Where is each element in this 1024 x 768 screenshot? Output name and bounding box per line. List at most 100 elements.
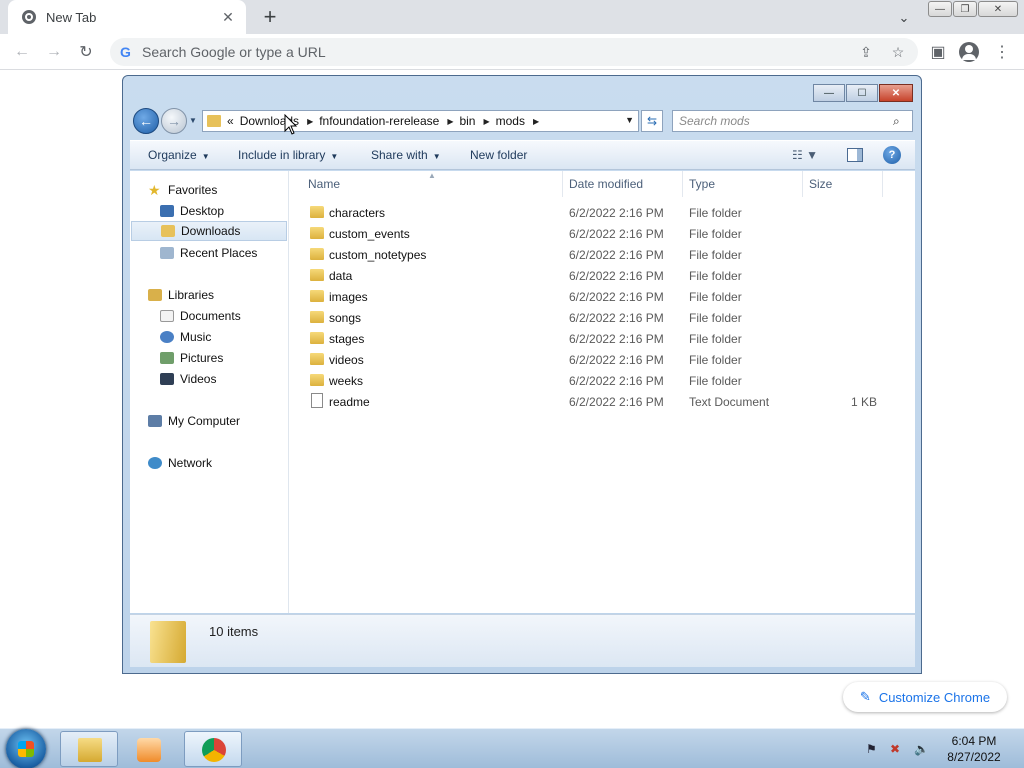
bookmark-star-icon[interactable]: ☆ (888, 42, 908, 62)
chrome-menu-icon[interactable]: ⋮ (990, 40, 1014, 64)
address-bar[interactable]: « Downloads ▶ fnfoundation-rerelease ▶ b… (202, 110, 639, 132)
share-icon[interactable]: ⇪ (856, 42, 876, 62)
pictures-icon (160, 352, 174, 364)
side-panel-icon[interactable]: ▣ (926, 40, 950, 64)
column-header-name[interactable]: Name (290, 171, 563, 197)
taskbar-media-player[interactable] (122, 731, 180, 767)
address-history-dropdown-icon[interactable]: ▼ (625, 115, 634, 125)
explorer-minimize-button[interactable]: — (813, 84, 845, 102)
file-row[interactable]: custom_notetypes 6/2/2022 2:16 PM File f… (302, 244, 902, 265)
file-list-pane: Name ▲ Date modified Type Size character… (290, 171, 915, 613)
tab-new-tab[interactable]: New Tab ✕ (8, 0, 246, 34)
breadcrumb-separator-icon[interactable]: ▶ (533, 117, 539, 126)
file-row[interactable]: songs 6/2/2022 2:16 PM File folder (302, 307, 902, 328)
music-icon (160, 331, 174, 343)
share-with-menu[interactable]: Share with ▼ (371, 148, 441, 162)
new-tab-button[interactable]: + (258, 4, 282, 29)
back-button[interactable]: ← (133, 108, 159, 134)
file-row[interactable]: custom_events 6/2/2022 2:16 PM File fold… (302, 223, 902, 244)
item-count: 10 items (209, 624, 259, 639)
pencil-icon: ✎ (859, 689, 871, 704)
search-input[interactable] (679, 114, 889, 128)
nav-label: Recent Places (180, 246, 258, 260)
customize-chrome-button[interactable]: ✎ Customize Chrome (843, 682, 1007, 712)
start-button-windows-icon[interactable] (6, 729, 46, 768)
browser-minimize-button[interactable]: — (928, 1, 952, 17)
customize-chrome-label: Customize Chrome (878, 689, 991, 705)
nav-label: Downloads (181, 224, 241, 238)
taskbar-file-explorer[interactable] (60, 731, 118, 767)
change-view-icon[interactable]: ☷ ▼ (792, 148, 818, 162)
search-icon[interactable]: ⌕ (893, 114, 900, 129)
recent-places-icon (160, 247, 174, 259)
reload-icon[interactable]: ↻ (74, 40, 98, 64)
computer-icon (148, 415, 162, 427)
volume-icon[interactable]: 🔈 (914, 742, 930, 756)
profile-avatar-icon[interactable] (959, 42, 979, 62)
file-date: 6/2/2022 2:16 PM (569, 290, 664, 304)
forward-button[interactable]: → (161, 108, 187, 134)
recent-pages-dropdown-icon[interactable]: ▼ (189, 116, 199, 126)
breadcrumb-separator-icon[interactable]: ▶ (483, 117, 489, 126)
file-row[interactable]: images 6/2/2022 2:16 PM File folder (302, 286, 902, 307)
breadcrumb-bin[interactable]: bin (459, 114, 475, 128)
omnibox-input[interactable] (142, 44, 822, 60)
folder-icon (310, 206, 324, 218)
folder-icon (310, 374, 324, 386)
browser-restore-button[interactable]: ❐ (953, 1, 977, 17)
file-type: File folder (689, 311, 742, 325)
mouse-cursor-icon (284, 114, 298, 135)
nav-item-downloads[interactable]: Downloads (131, 221, 287, 241)
breadcrumb-separator-icon[interactable]: ▶ (447, 117, 453, 126)
file-row[interactable]: characters 6/2/2022 2:16 PM File folder (302, 202, 902, 223)
nav-item-favorites[interactable]: ★ Favorites (148, 180, 304, 200)
network-error-icon[interactable]: ✖ (890, 742, 906, 756)
back-arrow-icon[interactable]: ← (10, 40, 34, 64)
clock[interactable]: 6:04 PM 8/27/2022 (938, 733, 1010, 765)
tab-search-chevron-icon[interactable]: ⌄ (894, 8, 914, 28)
tab-close-icon[interactable]: ✕ (218, 7, 238, 27)
browser-close-button[interactable]: ✕ (978, 1, 1018, 17)
explorer-maximize-button[interactable]: ☐ (846, 84, 878, 102)
file-row[interactable]: data 6/2/2022 2:16 PM File folder (302, 265, 902, 286)
breadcrumb-separator-icon[interactable]: ▶ (307, 117, 313, 126)
refresh-icon[interactable]: ⇆ (641, 110, 663, 132)
file-explorer-icon (78, 738, 102, 762)
file-row[interactable]: stages 6/2/2022 2:16 PM File folder (302, 328, 902, 349)
breadcrumb-mods[interactable]: mods (496, 114, 525, 128)
file-row[interactable]: videos 6/2/2022 2:16 PM File folder (302, 349, 902, 370)
folder-icon (310, 290, 324, 302)
file-name: songs (329, 311, 362, 325)
include-in-library-label: Include in library (238, 148, 326, 162)
action-center-icon[interactable]: ⚑ (866, 742, 882, 756)
column-header-type[interactable]: Type (683, 171, 803, 197)
help-icon[interactable]: ? (883, 146, 901, 164)
organize-menu[interactable]: Organize ▼ (148, 148, 210, 162)
omnibox[interactable]: G ⇪ ☆ (110, 38, 918, 66)
explorer-close-button[interactable]: ✕ (879, 84, 913, 102)
forward-arrow-icon[interactable]: → (42, 40, 66, 64)
column-header-date-modified[interactable]: Date modified (563, 171, 683, 197)
new-folder-button[interactable]: New folder (470, 148, 527, 162)
breadcrumb-overflow[interactable]: « (227, 114, 234, 128)
column-header-size[interactable]: Size (803, 171, 883, 197)
preview-pane-icon[interactable] (847, 148, 863, 162)
nav-item-network[interactable]: Network (148, 453, 304, 473)
file-date: 6/2/2022 2:16 PM (569, 395, 664, 409)
taskbar-chrome[interactable] (184, 731, 242, 767)
search-box[interactable]: ⌕ (672, 110, 913, 132)
include-in-library-menu[interactable]: Include in library ▼ (238, 148, 338, 162)
command-bar: Organize ▼ Include in library ▼ Share with… (130, 140, 915, 170)
file-type: File folder (689, 332, 742, 346)
nav-item-my-computer[interactable]: My Computer (148, 411, 304, 431)
file-row[interactable]: readme 6/2/2022 2:16 PM Text Document 1 … (302, 391, 902, 412)
breadcrumb-fnfoundation-rerelease[interactable]: fnfoundation-rerelease (319, 114, 439, 128)
file-date: 6/2/2022 2:16 PM (569, 269, 664, 283)
file-row[interactable]: weeks 6/2/2022 2:16 PM File folder (302, 370, 902, 391)
nav-item-libraries[interactable]: Libraries (148, 285, 304, 305)
file-name: videos (329, 353, 364, 367)
explorer-window: — ☐ ✕ ← → ▼ « Downloads ▶ fnfoundation-r… (122, 75, 922, 674)
star-icon: ★ (148, 181, 161, 198)
file-type: File folder (689, 353, 742, 367)
explorer-body: ★ Favorites Desktop Downloads Recent Pla… (130, 171, 915, 613)
